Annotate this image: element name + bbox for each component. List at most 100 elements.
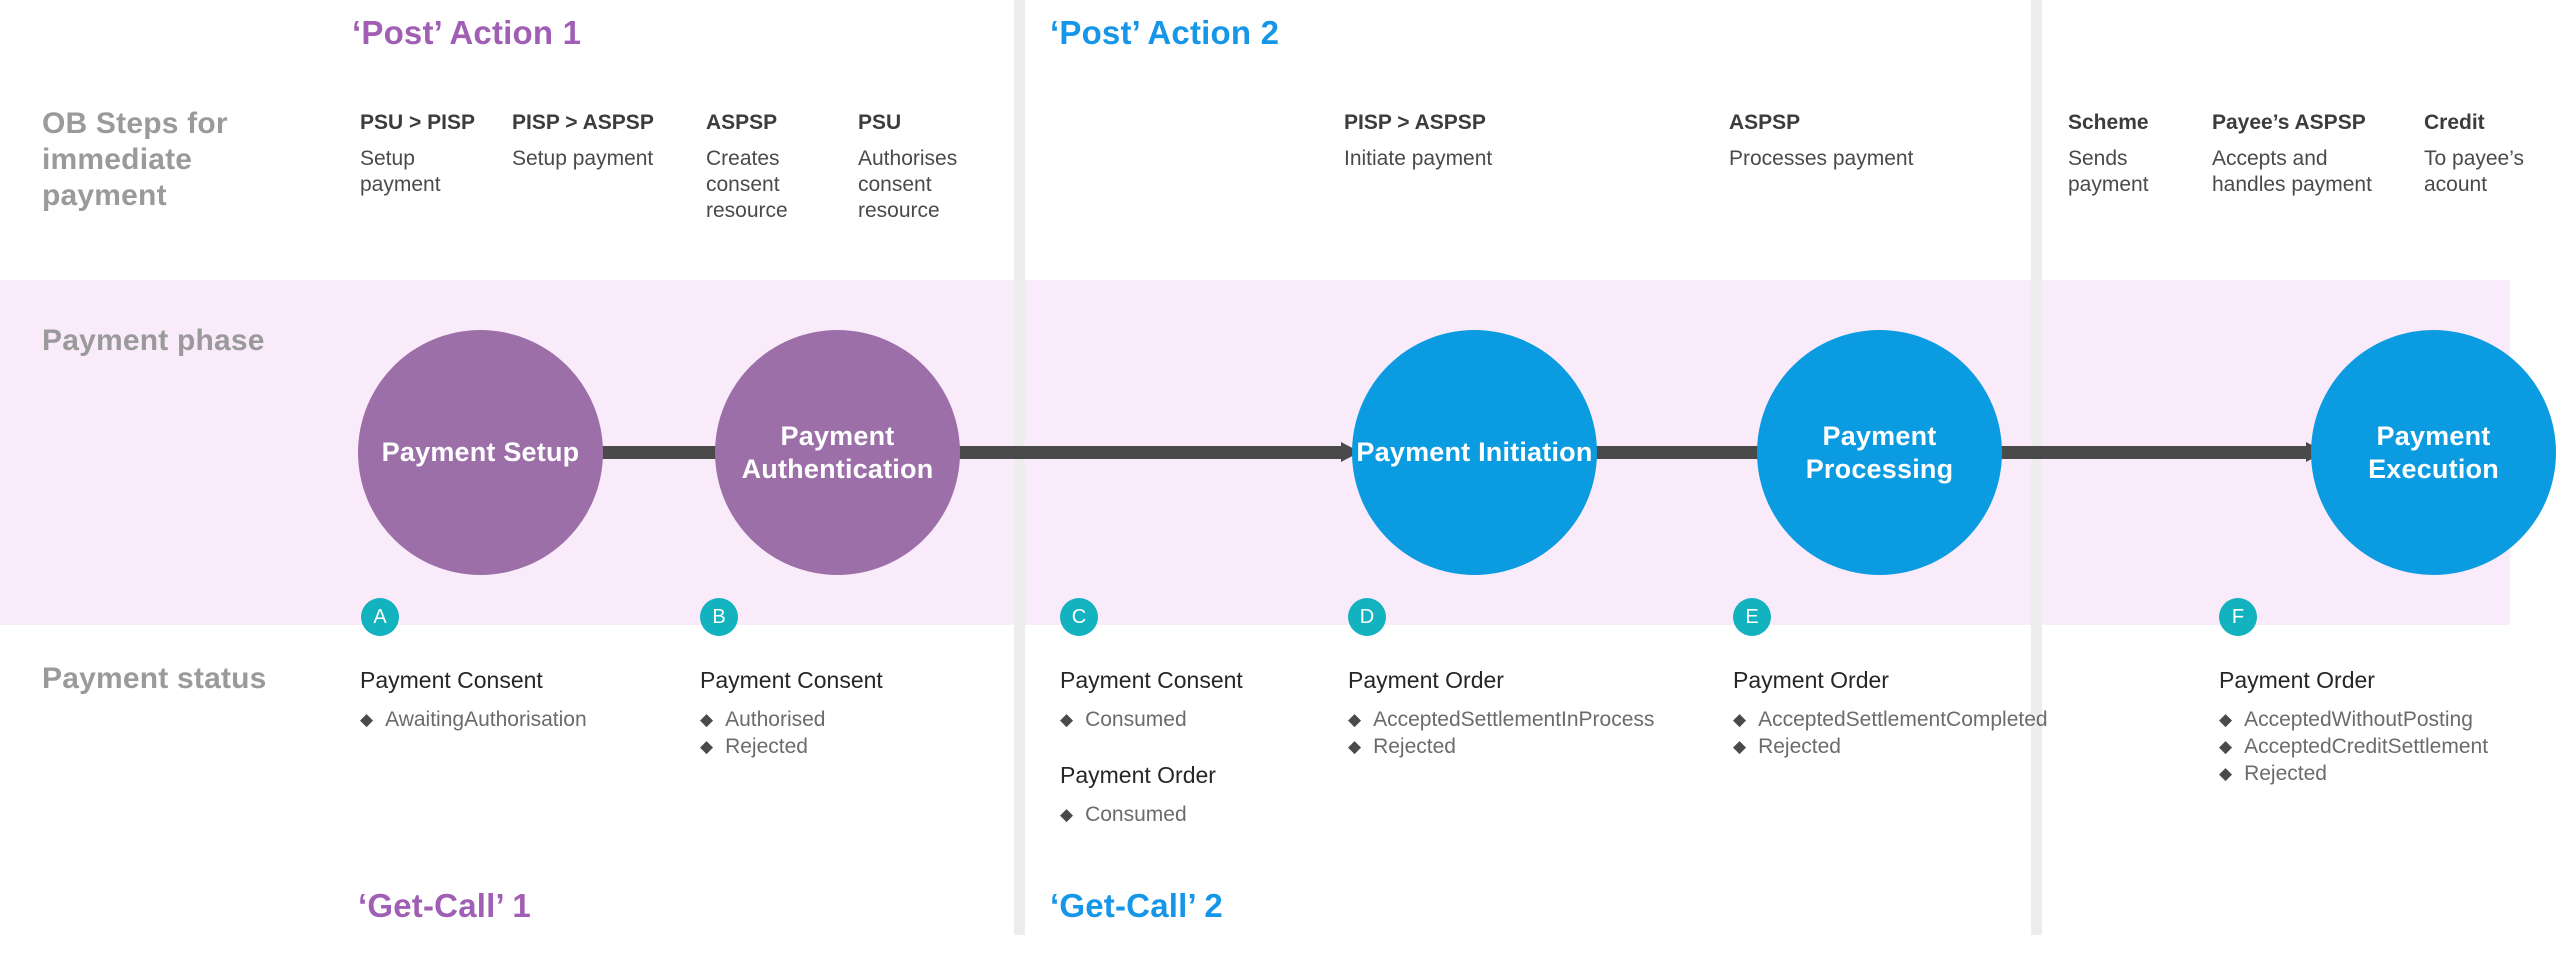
status-list: ◆ AcceptedWithoutPosting ◆ AcceptedCredi… bbox=[2219, 706, 2488, 787]
status-title: Payment Order bbox=[1060, 762, 1216, 788]
status-group: Payment Consent ◆ AwaitingAuthorisation bbox=[360, 666, 587, 733]
phase-node-payment-processing[interactable]: Payment Processing bbox=[1757, 330, 2002, 575]
diamond-bullet-icon: ◆ bbox=[700, 737, 714, 756]
ob-step-desc: Creates consent resource bbox=[706, 147, 788, 222]
ob-step-psu-authorises: PSU Authorises consent resource bbox=[858, 110, 982, 224]
flow-arrow-initiation-to-processing bbox=[1570, 442, 1785, 463]
section-divider-1 bbox=[1014, 0, 1025, 935]
ob-step-actor: PISP > ASPSP bbox=[512, 111, 654, 134]
ob-step-actor: PSU > PISP bbox=[360, 111, 475, 134]
post-action-2-title: ‘Post’ Action 2 bbox=[1050, 14, 1280, 51]
status-item-label: AwaitingAuthorisation bbox=[385, 708, 587, 731]
section-divider-2 bbox=[2031, 0, 2042, 935]
status-title: Payment Order bbox=[2219, 667, 2375, 693]
status-badge-c[interactable]: C bbox=[1060, 598, 1098, 636]
ob-step-scheme: Scheme Sends payment bbox=[2068, 110, 2176, 198]
status-item: ◆ Rejected bbox=[1348, 733, 1654, 760]
ob-step-actor: PISP > ASPSP bbox=[1344, 111, 1486, 134]
post-action-1-title: ‘Post’ Action 1 bbox=[352, 14, 582, 51]
status-badge-letter: E bbox=[1745, 605, 1759, 628]
status-badge-letter: F bbox=[2231, 605, 2245, 628]
status-list: ◆ AcceptedSettlementCompleted ◆ Rejected bbox=[1733, 706, 2048, 760]
phase-node-label: Payment Initiation bbox=[1356, 437, 1593, 467]
diamond-bullet-icon: ◆ bbox=[2219, 764, 2233, 783]
status-item: ◆ AwaitingAuthorisation bbox=[360, 706, 587, 733]
ob-step-aspsp-consent: ASPSP Creates consent resource bbox=[706, 110, 814, 224]
status-badge-d[interactable]: D bbox=[1348, 598, 1386, 636]
status-list: ◆ Authorised ◆ Rejected bbox=[700, 706, 883, 760]
phase-node-payment-execution[interactable]: Payment Execution bbox=[2311, 330, 2556, 575]
row-label-ob-steps: OB Steps for immediate payment bbox=[42, 107, 228, 212]
ob-step-desc: Accepts and handles payment bbox=[2212, 147, 2372, 196]
status-badge-a[interactable]: A bbox=[361, 598, 399, 636]
arrow-shaft bbox=[1995, 446, 2308, 459]
status-item: ◆ AcceptedSettlementInProcess bbox=[1348, 706, 1654, 733]
status-group: Payment Consent ◆ Authorised ◆ Rejected bbox=[700, 666, 883, 760]
status-item: ◆ AcceptedCreditSettlement bbox=[2219, 733, 2488, 760]
ob-step-pisp-aspsp-initiate: PISP > ASPSP Initiate payment bbox=[1344, 110, 1594, 172]
ob-step-desc: Setup payment bbox=[512, 147, 654, 170]
ob-step-desc: Setup payment bbox=[360, 147, 441, 196]
ob-step-actor: Payee’s ASPSP bbox=[2212, 111, 2366, 134]
ob-step-desc: Sends payment bbox=[2068, 147, 2149, 196]
diamond-bullet-icon: ◆ bbox=[2219, 737, 2233, 756]
diamond-bullet-icon: ◆ bbox=[1733, 710, 1747, 729]
status-item-label: AcceptedSettlementInProcess bbox=[1373, 708, 1655, 731]
phase-node-payment-authentication[interactable]: Payment Authentication bbox=[715, 330, 960, 575]
status-column-f: Payment Order ◆ AcceptedWithoutPosting ◆… bbox=[2219, 666, 2488, 787]
status-group: Payment Order ◆ Consumed bbox=[1060, 761, 1243, 828]
status-item: ◆ Rejected bbox=[700, 733, 883, 760]
ob-step-actor: Scheme bbox=[2068, 111, 2149, 134]
flow-arrow-processing-to-execution bbox=[1995, 442, 2325, 463]
status-item: ◆ AcceptedWithoutPosting bbox=[2219, 706, 2488, 733]
status-title: Payment Consent bbox=[360, 667, 543, 693]
status-item: ◆ Consumed bbox=[1060, 706, 1243, 733]
status-item: ◆ Rejected bbox=[1733, 733, 2048, 760]
ob-step-actor: PSU bbox=[858, 111, 902, 134]
status-item: ◆ Authorised bbox=[700, 706, 883, 733]
ob-step-desc: Processes payment bbox=[1729, 147, 1914, 170]
status-list: ◆ AwaitingAuthorisation bbox=[360, 706, 587, 733]
phase-node-payment-initiation[interactable]: Payment Initiation bbox=[1352, 330, 1597, 575]
status-item-label: Consumed bbox=[1085, 708, 1187, 731]
status-badge-b[interactable]: B bbox=[700, 598, 738, 636]
status-item-label: AcceptedCreditSettlement bbox=[2244, 735, 2489, 758]
phase-node-label: Payment Execution bbox=[2368, 420, 2499, 484]
status-group: Payment Order ◆ AcceptedWithoutPosting ◆… bbox=[2219, 666, 2488, 787]
status-title: Payment Consent bbox=[1060, 667, 1243, 693]
diamond-bullet-icon: ◆ bbox=[1060, 710, 1074, 729]
phase-node-payment-setup[interactable]: Payment Setup bbox=[358, 330, 603, 575]
status-list: ◆ Consumed bbox=[1060, 801, 1243, 828]
diamond-bullet-icon: ◆ bbox=[1348, 710, 1362, 729]
status-item-label: Consumed bbox=[1085, 803, 1187, 826]
ob-step-desc: Authorises consent resource bbox=[858, 147, 958, 222]
ob-step-psu-pisp: PSU > PISP Setup payment bbox=[360, 110, 500, 198]
status-item-label: AcceptedWithoutPosting bbox=[2244, 708, 2473, 731]
get-call-2-title: ‘Get-Call’ 2 bbox=[1050, 887, 1223, 924]
status-title: Payment Consent bbox=[700, 667, 883, 693]
status-badge-e[interactable]: E bbox=[1733, 598, 1771, 636]
status-item: ◆ Consumed bbox=[1060, 801, 1243, 828]
status-column-b: Payment Consent ◆ Authorised ◆ Rejected bbox=[700, 666, 883, 760]
ob-step-aspsp-processes: ASPSP Processes payment bbox=[1729, 110, 1979, 172]
status-group: Payment Consent ◆ Consumed bbox=[1060, 666, 1243, 733]
phase-node-label: Payment Setup bbox=[381, 437, 580, 467]
status-column-c: Payment Consent ◆ Consumed Payment Order… bbox=[1060, 666, 1243, 828]
get-call-1-title: ‘Get-Call’ 1 bbox=[358, 887, 531, 924]
ob-step-payee-aspsp: Payee’s ASPSP Accepts and handles paymen… bbox=[2212, 110, 2402, 198]
ob-step-actor: ASPSP bbox=[706, 111, 778, 134]
status-item: ◆ AcceptedSettlementCompleted bbox=[1733, 706, 2048, 733]
status-item: ◆ Rejected bbox=[2219, 760, 2488, 787]
diagram-canvas: ‘Post’ Action 1 ‘Post’ Action 2 OB Steps… bbox=[0, 0, 2560, 979]
status-badge-f[interactable]: F bbox=[2219, 598, 2257, 636]
ob-step-actor: Credit bbox=[2424, 111, 2485, 134]
diamond-bullet-icon: ◆ bbox=[1060, 805, 1074, 824]
ob-step-credit: Credit To payee’s acount bbox=[2424, 110, 2554, 198]
ob-step-desc: To payee’s acount bbox=[2424, 147, 2525, 196]
diamond-bullet-icon: ◆ bbox=[700, 710, 714, 729]
status-item-label: Authorised bbox=[725, 708, 826, 731]
status-group: Payment Order ◆ AcceptedSettlementComple… bbox=[1733, 666, 2048, 760]
ob-step-desc: Initiate payment bbox=[1344, 147, 1493, 170]
diamond-bullet-icon: ◆ bbox=[1733, 737, 1747, 756]
arrow-shaft bbox=[1570, 446, 1768, 459]
